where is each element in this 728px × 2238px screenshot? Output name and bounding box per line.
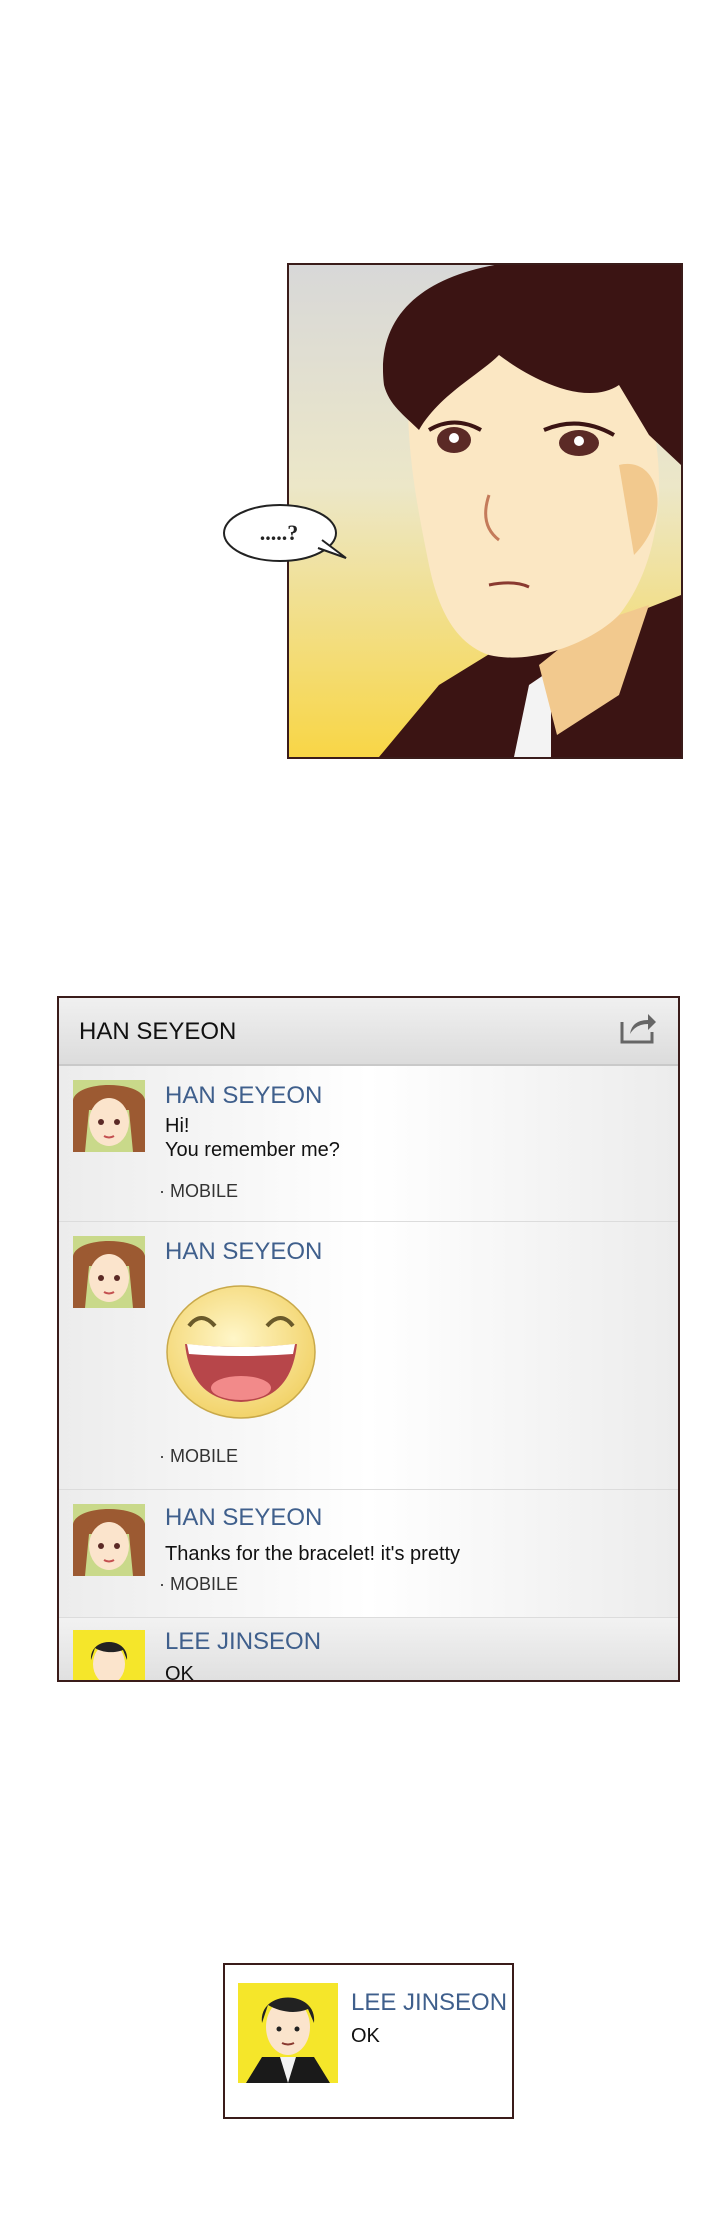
avatar-han-seyeon bbox=[73, 1080, 145, 1152]
boy-avatar-icon bbox=[238, 1983, 338, 2083]
card-message-text: OK bbox=[351, 2025, 380, 2047]
share-icon[interactable] bbox=[618, 1010, 658, 1046]
message-item[interactable]: LEE JINSEON OK bbox=[59, 1618, 678, 1682]
girl-avatar-icon bbox=[73, 1504, 145, 1576]
girl-avatar-icon bbox=[73, 1080, 145, 1152]
avatar-lee-jinseon bbox=[73, 1630, 145, 1680]
message-source: · MOBILE bbox=[159, 1446, 239, 1466]
avatar-han-seyeon bbox=[73, 1504, 145, 1576]
speech-text: .....? bbox=[259, 520, 299, 545]
messenger-header: HAN SEYEON bbox=[59, 998, 678, 1066]
sender-name: HAN SEYEON bbox=[165, 1082, 323, 1109]
speech-bubble: .....? bbox=[218, 500, 348, 570]
message-line: Hi! bbox=[165, 1115, 190, 1137]
message-source: · MOBILE bbox=[159, 1181, 239, 1201]
avatar-lee-jinseon bbox=[238, 1983, 338, 2083]
card-sender-name: LEE JINSEON bbox=[351, 1989, 508, 2016]
message-item[interactable]: HAN SEYEON Hi! You remember me? · MOBILE bbox=[59, 1066, 678, 1222]
message-item[interactable]: HAN SEYEON · MOBILE bbox=[59, 1222, 678, 1490]
message-line: You remember me? bbox=[165, 1139, 340, 1161]
sender-name: HAN SEYEON bbox=[165, 1238, 323, 1265]
sender-name: HAN SEYEON bbox=[165, 1504, 323, 1531]
message-line: OK bbox=[165, 1663, 194, 1682]
chat-title: HAN SEYEON bbox=[79, 1018, 237, 1045]
message-notification-card[interactable]: LEE JINSEON OK bbox=[223, 1963, 514, 2119]
boy-avatar-icon bbox=[73, 1630, 145, 1680]
message-line: Thanks for the bracelet! it's pretty bbox=[165, 1543, 461, 1565]
girl-avatar-icon bbox=[73, 1236, 145, 1308]
message-item[interactable]: HAN SEYEON Thanks for the bracelet! it's… bbox=[59, 1490, 678, 1618]
sender-name: LEE JINSEON bbox=[165, 1628, 322, 1655]
laughing-face-sticker bbox=[166, 1285, 316, 1419]
avatar-han-seyeon bbox=[73, 1236, 145, 1308]
message-source: · MOBILE bbox=[159, 1574, 239, 1594]
messenger-window: HAN SEYEON HAN SEYEON Hi! You remember m… bbox=[57, 996, 680, 1682]
